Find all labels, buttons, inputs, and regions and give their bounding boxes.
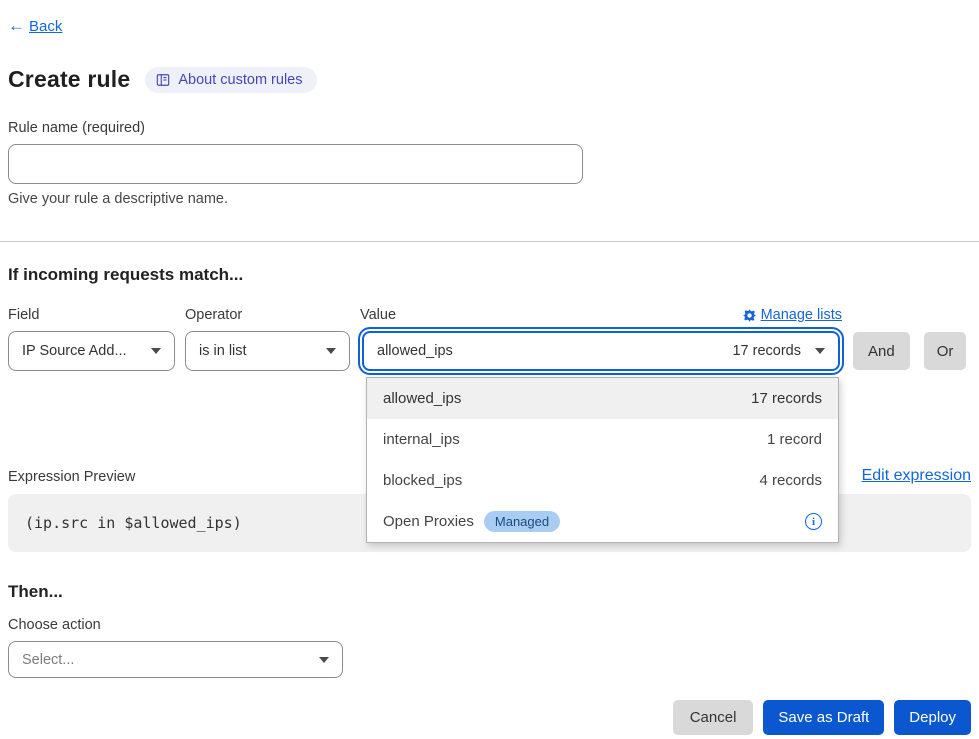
value-dropdown-menu: allowed_ips 17 records internal_ips 1 re…	[366, 377, 839, 543]
rule-name-helper: Give your rule a descriptive name.	[8, 191, 971, 207]
list-name: internal_ips	[383, 431, 460, 448]
chevron-down-icon	[151, 348, 161, 354]
about-badge-label: About custom rules	[178, 72, 302, 88]
or-button[interactable]: Or	[924, 332, 967, 370]
list-item[interactable]: Open Proxies Managed i	[367, 501, 838, 542]
deploy-button[interactable]: Deploy	[894, 700, 971, 735]
value-select-wrap: allowed_ips 17 records allowed_ips 17 re…	[362, 331, 840, 371]
list-item[interactable]: internal_ips 1 record	[367, 419, 838, 460]
list-name: allowed_ips	[383, 390, 461, 407]
list-record-count: 1 record	[767, 431, 822, 448]
gear-icon	[743, 309, 756, 322]
list-name: blocked_ips	[383, 472, 462, 489]
about-custom-rules-badge[interactable]: About custom rules	[145, 67, 316, 93]
rule-name-label: Rule name (required)	[8, 120, 971, 136]
then-heading: Then...	[8, 582, 971, 602]
cancel-button[interactable]: Cancel	[673, 700, 754, 735]
left-arrow-icon: ←	[8, 16, 25, 36]
expression-preview-label: Expression Preview	[8, 469, 135, 485]
create-rule-page: ←Back Create rule About custom rules Rul…	[0, 0, 979, 739]
manage-lists-label: Manage lists	[761, 307, 842, 323]
value-select-record-count: 17 records	[732, 343, 801, 359]
section-divider	[0, 241, 979, 242]
and-button[interactable]: And	[853, 332, 910, 370]
list-record-count: 17 records	[751, 390, 822, 407]
chevron-down-icon	[815, 348, 825, 354]
field-label: Field	[8, 307, 185, 323]
save-as-draft-button[interactable]: Save as Draft	[763, 700, 884, 735]
book-icon	[156, 73, 170, 87]
footer-actions: Cancel Save as Draft Deploy	[8, 700, 971, 735]
match-section-heading: If incoming requests match...	[8, 265, 971, 285]
choose-action-label: Choose action	[8, 617, 971, 633]
operator-select[interactable]: is in list	[185, 331, 350, 371]
field-select[interactable]: IP Source Add...	[8, 331, 175, 371]
managed-badge: Managed	[484, 511, 560, 532]
rule-name-input[interactable]	[8, 144, 583, 184]
operator-label: Operator	[185, 307, 360, 323]
operator-select-value: is in list	[199, 343, 247, 359]
list-record-count: 4 records	[759, 472, 822, 489]
value-select-value: allowed_ips	[377, 343, 453, 359]
chevron-down-icon	[319, 657, 329, 663]
chevron-down-icon	[326, 348, 336, 354]
edit-expression-link[interactable]: Edit expression	[862, 467, 971, 485]
page-title: Create rule	[8, 66, 130, 93]
info-icon[interactable]: i	[805, 513, 822, 530]
expression-code: (ip.src in $allowed_ips)	[25, 514, 242, 532]
value-select[interactable]: allowed_ips 17 records	[362, 331, 840, 371]
list-item[interactable]: blocked_ips 4 records	[367, 460, 838, 501]
action-select[interactable]: Select...	[8, 641, 343, 678]
list-name: Open Proxies	[383, 513, 474, 530]
back-link[interactable]: ←Back	[8, 16, 62, 36]
field-select-value: IP Source Add...	[22, 343, 127, 359]
manage-lists-link[interactable]: Manage lists	[743, 307, 842, 323]
action-select-placeholder: Select...	[22, 652, 74, 668]
condition-row: IP Source Add... is in list allowed_ips …	[8, 331, 971, 371]
value-label: Value	[360, 307, 396, 323]
condition-labels-row: Field Operator Value Manage lists	[8, 307, 971, 323]
list-item[interactable]: allowed_ips 17 records	[367, 378, 838, 419]
title-row: Create rule About custom rules	[8, 66, 971, 93]
